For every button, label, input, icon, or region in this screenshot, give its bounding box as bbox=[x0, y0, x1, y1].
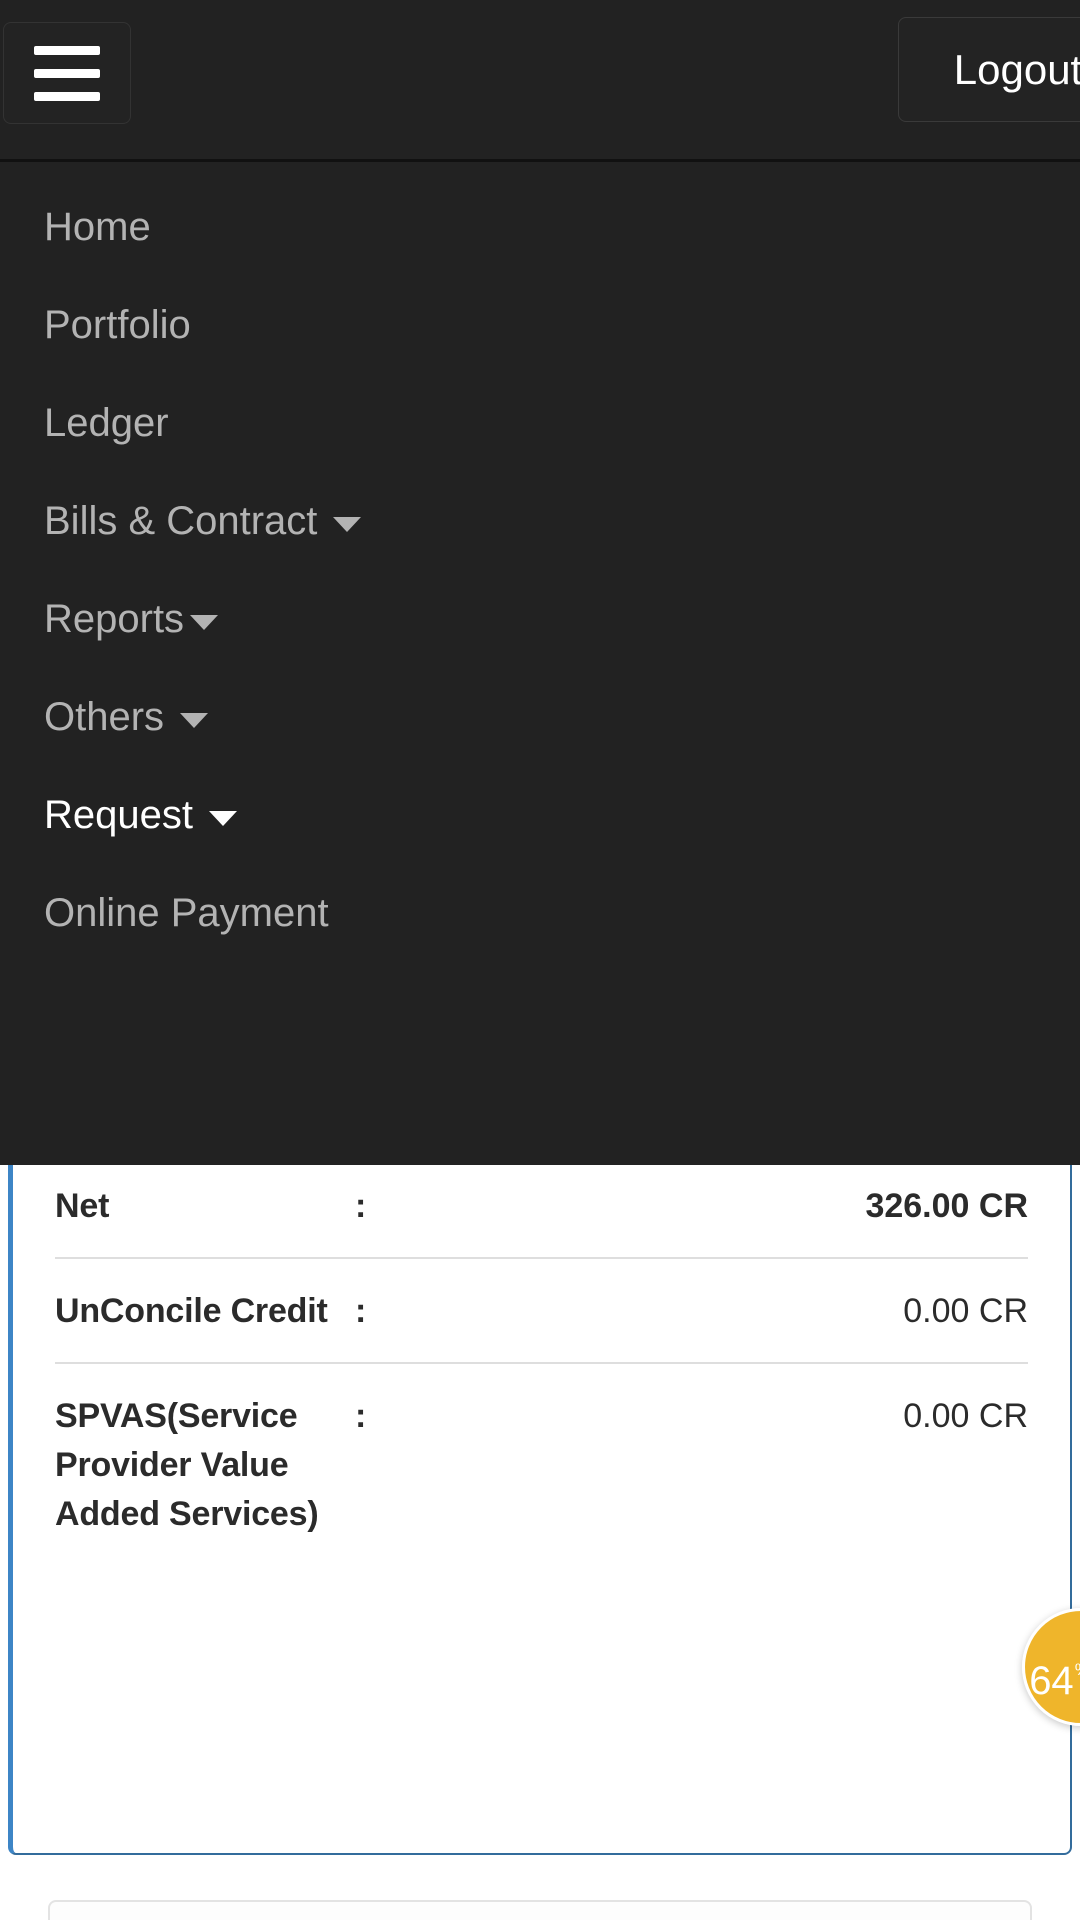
row-label: UnConcile Credit bbox=[55, 1291, 328, 1330]
sidebar-item-portfolio[interactable]: Portfolio bbox=[0, 276, 1080, 374]
row-value: 0.00 CR bbox=[903, 1291, 1028, 1330]
chevron-down-icon bbox=[333, 516, 362, 532]
navigation-drawer: Logout Home Portfolio Ledger Bills & Con… bbox=[0, 0, 1080, 1165]
row-label: SPVAS(Service Provider Value Added Servi… bbox=[55, 1396, 319, 1533]
top-bar: Logout bbox=[0, 0, 1080, 162]
percent-sign: % bbox=[1075, 1660, 1080, 1679]
table-row: UnConcile Credit : 0.00 CR bbox=[55, 1256, 1028, 1362]
app-root: Net : 326.00 CR UnConcile Credit : 0.00 … bbox=[0, 0, 1080, 1920]
sidebar-item-label: Home bbox=[44, 204, 151, 249]
nav-list: Home Portfolio Ledger Bills & Contract R… bbox=[0, 162, 1080, 962]
row-separator: : bbox=[355, 1396, 367, 1435]
chevron-down-icon bbox=[190, 614, 219, 630]
next-card bbox=[48, 1900, 1032, 1920]
sidebar-item-bills-and-contract[interactable]: Bills & Contract bbox=[0, 472, 1080, 570]
table-row: SPVAS(Service Provider Value Added Servi… bbox=[55, 1361, 1028, 1565]
sidebar-item-others[interactable]: Others bbox=[0, 668, 1080, 766]
sidebar-item-home[interactable]: Home bbox=[0, 178, 1080, 276]
sidebar-item-label: Ledger bbox=[44, 400, 169, 445]
row-separator: : bbox=[355, 1291, 367, 1330]
chevron-down-icon bbox=[208, 810, 237, 826]
hamburger-menu-icon[interactable] bbox=[3, 22, 131, 124]
sidebar-item-label: Request bbox=[44, 792, 193, 837]
sidebar-item-ledger[interactable]: Ledger bbox=[0, 374, 1080, 472]
row-value: 326.00 CR bbox=[865, 1187, 1028, 1225]
sidebar-item-label: Others bbox=[44, 694, 165, 739]
sidebar-item-label: Portfolio bbox=[44, 302, 191, 347]
logout-button[interactable]: Logout bbox=[898, 17, 1080, 122]
row-value: 0.00 CR bbox=[903, 1396, 1028, 1435]
hamburger-bar bbox=[34, 45, 100, 55]
sidebar-item-label: Reports bbox=[44, 596, 185, 641]
chevron-down-icon bbox=[180, 712, 209, 728]
sidebar-item-request[interactable]: Request bbox=[0, 766, 1080, 864]
row-separator: : bbox=[355, 1187, 367, 1225]
sidebar-item-online-payment[interactable]: Online Payment bbox=[0, 864, 1080, 962]
sidebar-item-reports[interactable]: Reports bbox=[0, 570, 1080, 668]
percentage-value: 64% bbox=[1029, 1659, 1080, 1704]
sidebar-item-label: Bills & Contract bbox=[44, 498, 318, 543]
sidebar-item-label: Online Payment bbox=[44, 890, 329, 935]
row-label: Net bbox=[55, 1187, 110, 1225]
hamburger-bar bbox=[34, 91, 100, 101]
hamburger-bar bbox=[34, 68, 100, 78]
